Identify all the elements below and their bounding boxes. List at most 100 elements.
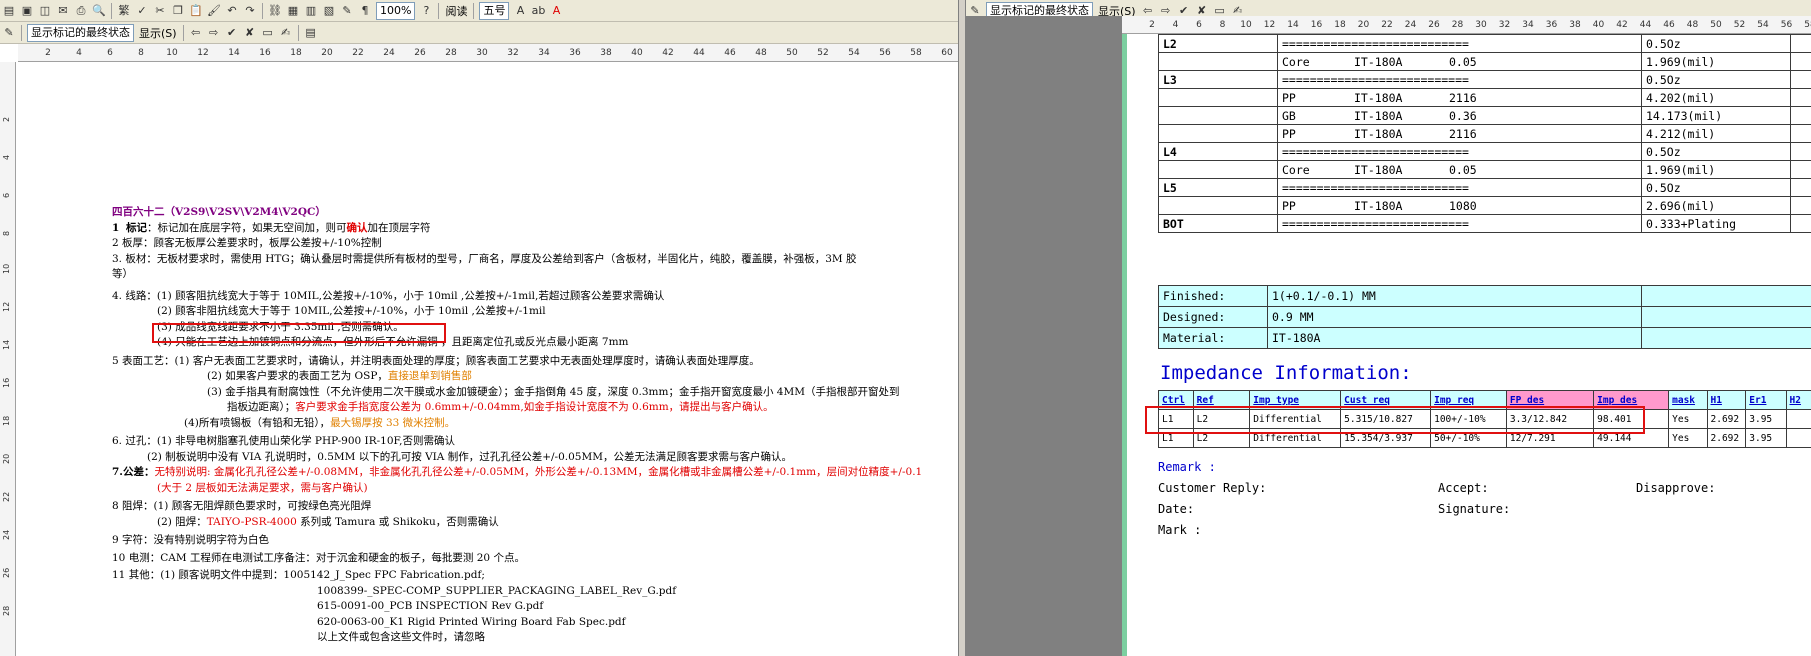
spelling-icon[interactable]: ✓	[135, 4, 149, 18]
cut-icon[interactable]: ✂	[153, 4, 167, 18]
horizontal-ruler[interactable]: 2 4 6 8 10 12 14 16 18 20 22 24 26 28 30 32 34 36 38 40 42 44…	[18, 44, 958, 62]
item-9-legend: 9 字符：没有特别说明字符为白色	[112, 534, 270, 546]
doc-title: 四百六十二（V2S9\V2SV\V2M4\V2QC）	[112, 206, 326, 218]
ruler-tick: 6	[1196, 20, 1202, 30]
page-edge	[1122, 34, 1127, 656]
stackup-type: IT-180A	[1354, 198, 1403, 213]
email-icon[interactable]: ✉	[56, 4, 70, 18]
drawing-icon[interactable]: ✎	[340, 4, 354, 18]
horizontal-ruler[interactable]: 2 4 6 8 10 12 14 16 18 20 22 24 26 28 30 32 34 36 38 40 42 44…	[1122, 16, 1811, 34]
separator	[438, 2, 440, 19]
ruler-tick: 4	[2, 154, 11, 160]
item-6-via-2: (2) 制板说明中没有 VIA 孔说明时，0.5MM 以下的孔可按 VIA 制作…	[147, 450, 792, 463]
stackup-empty-cell	[1790, 124, 1811, 143]
spec-empty-cell	[1641, 306, 1811, 328]
reviewing-options-icon[interactable]: ▤	[304, 26, 318, 40]
item-1-text-b: 加在顶层字符	[367, 221, 431, 234]
ruler-tick: 60	[941, 48, 953, 58]
stackup-layer-cell: BOT	[1158, 214, 1278, 233]
ruler-tick: 46	[1663, 20, 1675, 30]
stackup-row: L4 =========================== 0.5Oz	[1158, 142, 1811, 161]
track-changes-icon[interactable]: ✍	[279, 26, 293, 40]
stackup-layer-cell	[1158, 160, 1278, 179]
item-3-material-cont: 等）	[112, 268, 133, 280]
vertical-ruler[interactable]: 2 4 6 8 10 12 14 16 18 20 22 24 26 28	[0, 62, 16, 656]
item-7-text: 无特别说明: 金属化孔孔径公差+/-0.08MM，非金属化孔孔径公差+/-0.0…	[154, 466, 923, 478]
copy-icon[interactable]: ❐	[171, 4, 185, 18]
separator	[473, 2, 475, 19]
impedance-cell: Yes	[1668, 428, 1708, 448]
undo-icon[interactable]: ↶	[225, 4, 239, 18]
ruler-tick: 24	[1404, 20, 1417, 30]
ruler-tick: 22	[1381, 20, 1393, 30]
stackup-layer-cell: L3	[1158, 70, 1278, 89]
tables-icon[interactable]: ▦	[286, 4, 300, 18]
font-color-icon[interactable]: A	[549, 4, 563, 18]
item-5-gold-finger-tolerance: 客户要求金手指宽度公差为 0.6mm+/-0.04mm,如金手指设计宽度不为 0…	[295, 401, 774, 413]
stackup-spec-cell: ===========================	[1277, 178, 1642, 197]
print-icon[interactable]: ⎙	[74, 4, 88, 18]
highlight-icon[interactable]: ab	[531, 4, 546, 18]
show-menu-button[interactable]: 显示(S)	[139, 25, 177, 41]
ruler-tick: 14	[1287, 20, 1299, 30]
ruler-tick: 6	[2, 192, 11, 198]
permission-icon[interactable]: ◫	[38, 4, 52, 18]
spec-row: Material: IT-180A	[1158, 327, 1811, 349]
stackup-layer-cell	[1158, 196, 1278, 215]
ruler-tick: 18	[1334, 20, 1346, 30]
stackup-type: IT-180A	[1354, 108, 1403, 123]
separator	[21, 24, 22, 41]
ruler-tick: 34	[538, 48, 550, 58]
stackup-value-cell: 14.173(mil)	[1641, 106, 1791, 125]
styles-icon[interactable]: A	[513, 4, 527, 18]
help-icon[interactable]: ?	[419, 4, 433, 18]
pane-splitter[interactable]	[958, 0, 966, 656]
next-change-icon[interactable]: ⇨	[207, 26, 221, 40]
stackup-spec-cell: Core IT-180A 0.05	[1277, 160, 1642, 179]
format-painter-icon[interactable]: 🖌	[207, 4, 221, 18]
reject-change-icon[interactable]: ✘	[243, 26, 257, 40]
ruler-tick: 10	[1240, 20, 1252, 30]
markup-view-select[interactable]: 显示标记的最终状态	[27, 23, 134, 42]
columns-icon[interactable]: ▧	[322, 4, 336, 18]
stackup-layer-cell: L2	[1158, 34, 1278, 53]
ruler-tick: 20	[2, 453, 11, 464]
insert-table-icon[interactable]: ▥	[304, 4, 318, 18]
stackup-spec: 0.05	[1449, 54, 1477, 69]
ruler-tick: 26	[1428, 20, 1440, 30]
stackup-spec-cell: ===========================	[1277, 70, 1642, 89]
read-mode-button[interactable]: 阅读	[445, 3, 467, 19]
item-5-surface: 5 表面工艺：(1) 客户无表面工艺要求时，请确认，并注明表面处理的厚度；顾客表…	[112, 354, 760, 367]
stackup-spec-cell: PP IT-180A 2116	[1277, 124, 1642, 143]
ruler-tick: 42	[662, 48, 674, 58]
ruler-tick: 8	[138, 48, 144, 58]
item-2-thickness: 2 板厚：顾客无板厚公差要求时，板厚公差按+/-10%控制	[112, 237, 382, 249]
stackup-row: BOT =========================== 0.333+Plat…	[1158, 214, 1811, 233]
previous-change-icon[interactable]: ⇦	[189, 26, 203, 40]
paste-icon[interactable]: 📋	[189, 4, 203, 18]
impedance-cell: 3.95	[1745, 409, 1787, 429]
font-size-select[interactable]: 五号	[479, 1, 510, 20]
stackup-layer-cell: L5	[1158, 178, 1278, 197]
zoom-select[interactable]: 100%	[376, 1, 416, 20]
ruler-tick: 14	[2, 339, 11, 350]
stackup-material: PP	[1282, 126, 1296, 141]
reviewing-pane-icon[interactable]: ✎	[2, 26, 16, 40]
stackup-value-cell: 2.696(mil)	[1641, 196, 1791, 215]
research-icon[interactable]: 繁	[117, 4, 131, 18]
remark-label: Remark :	[1158, 460, 1216, 474]
stackup-empty-cell	[1790, 196, 1811, 215]
accept-change-icon[interactable]: ✔	[225, 26, 239, 40]
ruler-tick: 34	[1522, 20, 1534, 30]
right-document-pane: ✎ 显示标记的最终状态 显示(S) ⇦ ⇨ ✔ ✘ ▭ ✍ 2 4 6 8 10 12 14…	[966, 0, 1811, 656]
redo-icon[interactable]: ↷	[243, 4, 257, 18]
hyperlink-icon[interactable]: ⛓	[268, 4, 282, 18]
show-hide-icon[interactable]: ¶	[358, 4, 372, 18]
insert-comment-icon[interactable]: ▭	[261, 26, 275, 40]
print-preview-icon[interactable]: 🔍	[92, 4, 106, 18]
stackup-empty-cell	[1790, 88, 1811, 107]
stackup-material: PP	[1282, 90, 1296, 105]
save-icon[interactable]: ▣	[20, 4, 34, 18]
signature-label: Signature:	[1438, 502, 1511, 516]
open-icon[interactable]: ▤	[2, 4, 16, 18]
